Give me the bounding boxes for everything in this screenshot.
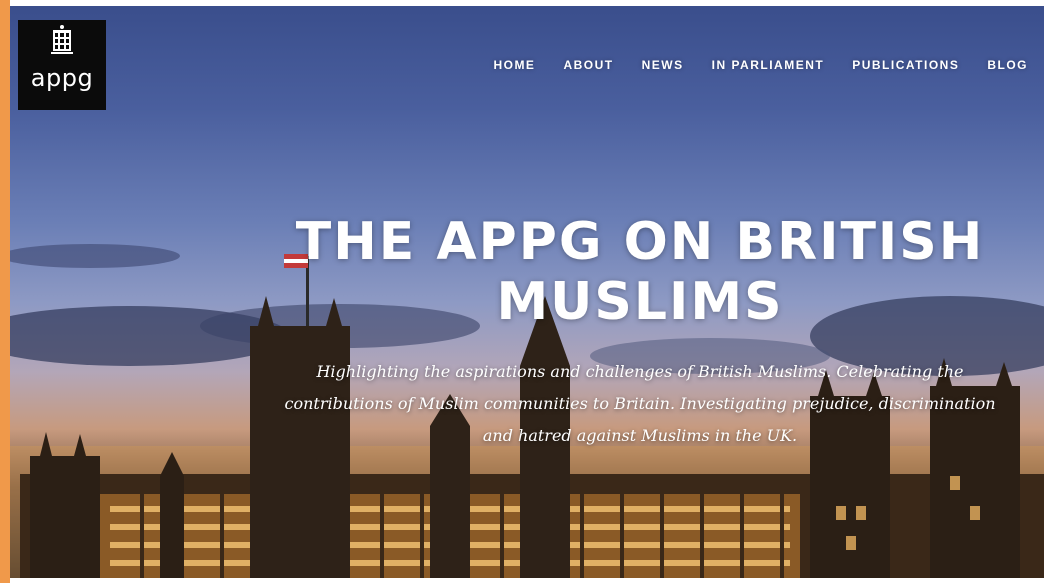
hero-tagline-line-2: contributions of Muslim communities to B… — [284, 394, 996, 413]
logo-text: appg — [30, 64, 94, 92]
portcullis-icon — [51, 25, 73, 54]
nav-item-blog[interactable]: BLOG — [987, 58, 1028, 72]
left-accent-bar — [0, 0, 10, 583]
bottom-edge — [10, 578, 1046, 583]
hero-tagline: Highlighting the aspirations and challen… — [236, 356, 1044, 452]
nav-item-about[interactable]: ABOUT — [563, 58, 613, 72]
main-navigation: HOME ABOUT NEWS IN PARLIAMENT PUBLICATIO… — [493, 58, 1028, 72]
hero-tagline-line-1: Highlighting the aspirations and challen… — [316, 362, 964, 381]
page: appg HOME ABOUT NEWS IN PARLIAMENT PUBLI… — [0, 0, 1046, 583]
hero-title: THE APPG ON BRITISH MUSLIMS — [220, 212, 1046, 332]
nav-item-publications[interactable]: PUBLICATIONS — [852, 58, 959, 72]
hero-tagline-line-3: and hatred against Muslims in the UK. — [482, 426, 798, 445]
nav-item-in-parliament[interactable]: IN PARLIAMENT — [712, 58, 825, 72]
appg-logo[interactable]: appg — [18, 20, 106, 110]
hero-title-line-1: THE APPG ON BRITISH — [295, 212, 985, 272]
nav-item-home[interactable]: HOME — [493, 58, 535, 72]
nav-item-news[interactable]: NEWS — [642, 58, 684, 72]
hero-title-line-2: MUSLIMS — [496, 272, 784, 332]
